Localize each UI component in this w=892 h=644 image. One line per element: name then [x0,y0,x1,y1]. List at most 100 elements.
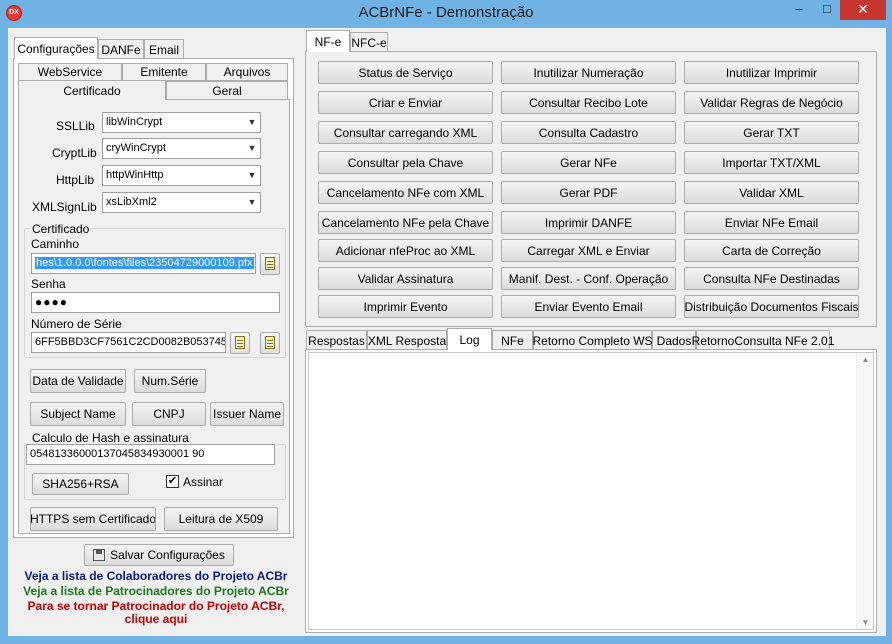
sha256-rsa-button[interactable]: SHA256+RSA [32,473,129,495]
tab-geral[interactable]: Geral [166,81,288,100]
tab-configuracoes[interactable]: Configurações [14,37,98,59]
document-icon [265,336,275,349]
senha-value: ●●●● [35,295,68,309]
https-sem-certificado-button[interactable]: HTTPS sem Certificado [30,507,156,531]
issuer-name-button[interactable]: Issuer Name [210,402,284,426]
xmlsignlib-value: xsLibXml2 [106,196,157,208]
hash-input[interactable]: 05481336000137045834930001 90 [26,444,275,465]
output-tab-2[interactable]: Log [447,328,492,350]
nfe-action-button-8[interactable]: Gerar TXT [684,121,859,144]
caminho-input[interactable]: hes\1.0.0.0\fontes\files\23504729000109.… [31,253,256,274]
tab-nfe[interactable]: NF-e [306,30,350,52]
chevron-down-icon: ▼ [247,170,257,180]
colaboradores-link[interactable]: Veja a lista de Colaboradores do Projeto… [14,569,298,583]
caminho-label: Caminho [31,237,80,251]
hash-value: 05481336000137045834930001 90 [30,448,205,460]
cnpj-button[interactable]: CNPJ [132,402,206,426]
nfe-action-button-15[interactable]: Cancelamento NFe pela Chave [318,211,493,234]
select-serie-button[interactable] [230,332,250,354]
output-tab-0[interactable]: Respostas [306,330,367,350]
nfe-action-button-10[interactable]: Gerar NFe [501,151,676,174]
log-memo[interactable]: ▲ ▼ [308,352,874,630]
tab-arquivos[interactable]: Arquivos [206,63,288,81]
tab-certificado[interactable]: Certificado [18,80,166,100]
leitura-x509-button[interactable]: Leitura de X509 [164,507,278,531]
subject-name-button[interactable]: Subject Name [30,402,126,426]
nfe-action-button-16[interactable]: Imprimir DANFE [501,211,676,234]
nfe-action-button-9[interactable]: Consultar pela Chave [318,151,493,174]
nfe-action-button-12[interactable]: Cancelamento NFe com XML [318,181,493,204]
httplib-value: httpWinHttp [106,169,164,181]
maximize-button[interactable]: □ [816,0,838,20]
ssllib-label: SSLLib [56,119,95,133]
senha-label: Senha [31,277,66,291]
nfe-action-button-11[interactable]: Importar TXT/XML [684,151,859,174]
tornar-patrocinador-link[interactable]: Para se tornar Patrocinador do Projeto A… [14,599,298,613]
senha-input[interactable]: ●●●● [31,292,280,313]
ssllib-select[interactable]: libWinCrypt ▼ [102,112,261,133]
scroll-up-icon[interactable]: ▲ [857,355,874,364]
nfe-action-button-14[interactable]: Validar XML [684,181,859,204]
num-serie-button[interactable]: Num.Série [134,369,206,393]
title-bar: DX ACBrNFe - Demonstração – □ ✕ [0,0,892,28]
document-icon [235,336,245,349]
cryptlib-select[interactable]: cryWinCrypt ▼ [102,138,261,159]
nfe-action-button-3[interactable]: Criar e Enviar [318,91,493,114]
serie-value: 6FF5BBD3CF7561C2CD0082B0537453 [35,336,226,348]
document-icon [265,257,275,270]
log-scrollbar[interactable]: ▲ ▼ [856,353,873,629]
window-title: ACBrNFe - Demonstração [358,4,534,21]
chevron-down-icon: ▼ [247,197,257,207]
nfe-action-button-17[interactable]: Enviar NFe Email [684,211,859,234]
tab-webservice[interactable]: WebService [18,63,122,81]
copy-serie-button[interactable] [260,332,280,354]
output-tab-5[interactable]: Dados [652,330,696,350]
output-tab-1[interactable]: XML Resposta [367,330,447,350]
salvar-configuracoes-button[interactable]: Salvar Configurações [84,544,234,566]
output-tab-6[interactable]: RetornoConsulta NFe 2.01 [692,330,834,350]
output-tab-3[interactable]: NFe [492,330,533,350]
nfe-action-button-2[interactable]: Inutilizar Imprimir [684,61,859,84]
nfe-action-button-26[interactable]: Distribuição Documentos Fiscais [684,295,859,318]
assinar-label: Assinar [183,475,224,489]
nfe-action-button-24[interactable]: Imprimir Evento [318,295,493,318]
output-tab-4[interactable]: Retorno Completo WS [532,330,653,350]
nfe-action-button-20[interactable]: Carta de Correção [684,239,859,262]
nfe-action-button-1[interactable]: Inutilizar Numeração [501,61,676,84]
minimize-button[interactable]: – [788,0,810,20]
scroll-down-icon[interactable]: ▼ [857,618,874,627]
cryptlib-value: cryWinCrypt [106,142,166,154]
xmlsignlib-label: XMLSignLib [32,200,97,214]
data-validade-button[interactable]: Data de Validade [30,369,126,393]
nfe-action-button-22[interactable]: Manif. Dest. - Conf. Operação [501,267,676,290]
nfe-action-button-6[interactable]: Consultar carregando XML [318,121,493,144]
xmlsignlib-select[interactable]: xsLibXml2 ▼ [102,192,261,213]
nfe-action-button-13[interactable]: Gerar PDF [501,181,676,204]
chevron-down-icon: ▼ [247,117,257,127]
assinar-checkbox[interactable]: ✔ [166,475,179,488]
nfe-action-button-25[interactable]: Enviar Evento Email [501,295,676,318]
nfe-action-button-19[interactable]: Carregar XML e Enviar [501,239,676,262]
close-button[interactable]: ✕ [840,0,886,20]
clique-aqui-link[interactable]: clique aqui [14,612,298,626]
caminho-value: hes\1.0.0.0\fontes\files\23504729000109.… [35,257,254,269]
tab-nfce[interactable]: NFC-e [350,32,388,52]
browse-caminho-button[interactable] [260,253,280,275]
patrocinadores-link[interactable]: Veja a lista de Patrocinadores do Projet… [14,584,298,598]
client-area: Configurações DANFe Email WebService Emi… [8,28,886,636]
tab-email[interactable]: Email [144,39,184,59]
httplib-select[interactable]: httpWinHttp ▼ [102,165,261,186]
nfe-action-button-0[interactable]: Status de Serviço [318,61,493,84]
salvar-label: Salvar Configurações [110,548,225,562]
serie-input[interactable]: 6FF5BBD3CF7561C2CD0082B0537453 [31,332,226,353]
ssllib-value: libWinCrypt [106,116,163,128]
nfe-action-button-7[interactable]: Consulta Cadastro [501,121,676,144]
tab-emitente[interactable]: Emitente [122,63,206,81]
cryptlib-label: CryptLib [52,146,97,160]
nfe-action-button-4[interactable]: Consultar Recibo Lote [501,91,676,114]
nfe-action-button-5[interactable]: Validar Regras de Negócio [684,91,859,114]
nfe-action-button-21[interactable]: Validar Assinatura [318,267,493,290]
nfe-action-button-18[interactable]: Adicionar nfeProc ao XML [318,239,493,262]
nfe-action-button-23[interactable]: Consulta NFe Destinadas [684,267,859,290]
tab-danfe[interactable]: DANFe [98,39,144,59]
